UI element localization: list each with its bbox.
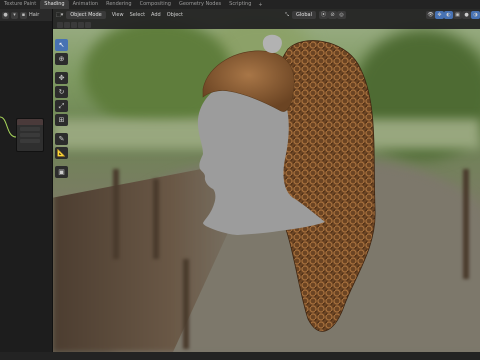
menu-object[interactable]: Object <box>164 12 186 18</box>
pivot-icon[interactable]: ⦿ <box>319 10 328 19</box>
visibility-icon[interactable]: 👁 <box>426 10 435 19</box>
browse-material-icon[interactable]: ▪ <box>20 11 27 19</box>
move-tool-icon[interactable]: ✥ <box>55 72 68 84</box>
viewport-scene <box>53 9 480 352</box>
status-bar <box>0 352 480 360</box>
menu-view[interactable]: View <box>109 12 127 18</box>
chevron-down-icon[interactable]: ▾ <box>11 11 18 19</box>
tab-geometry-nodes[interactable]: Geometry Nodes <box>175 0 225 9</box>
select-tool-icon[interactable]: ↖ <box>55 39 68 51</box>
mode-dropdown[interactable]: Object Mode <box>66 10 106 19</box>
menu-select[interactable]: Select <box>127 12 148 18</box>
annotate-tool-icon[interactable]: ✎ <box>55 133 68 145</box>
tab-compositing[interactable]: Compositing <box>136 0 175 9</box>
node-socket-row <box>20 139 40 143</box>
hair-model[interactable] <box>53 9 480 352</box>
select-mode-icon[interactable] <box>78 21 84 28</box>
xray-icon[interactable]: ▣ <box>453 10 462 19</box>
tab-texture-paint[interactable]: Texture Paint <box>0 0 40 9</box>
editor-type-icon[interactable]: ⬚▾ <box>53 12 66 18</box>
add-cube-tool-icon[interactable]: ▣ <box>55 166 68 178</box>
transform-tool-icon[interactable]: ⊞ <box>55 114 68 126</box>
select-mode-icon[interactable] <box>71 21 77 28</box>
select-mode-icon[interactable] <box>64 21 70 28</box>
select-mode-icon[interactable] <box>85 21 91 28</box>
tab-shading[interactable]: Shading <box>40 0 69 9</box>
3d-viewport[interactable]: ⬚▾ Object Mode View Select Add Object ⤡ … <box>53 9 480 352</box>
orientation-dropdown[interactable]: Global <box>292 10 316 19</box>
workspace-tabs: Texture Paint Shading Animation Renderin… <box>0 0 266 9</box>
gizmo-toggle-icon[interactable]: ✥ <box>435 10 444 19</box>
hair-tie <box>262 34 282 53</box>
overlay-toggle-icon[interactable]: ◐ <box>444 10 453 19</box>
select-mode-icon[interactable] <box>57 21 63 28</box>
topbar: Texture Paint Shading Animation Renderin… <box>0 0 480 9</box>
scale-tool-icon[interactable]: ⤢ <box>55 100 68 112</box>
snap-icon[interactable]: ⊘ <box>328 10 337 19</box>
node-editor-panel[interactable]: ● ▾ ▪ Hair <box>0 9 53 352</box>
node-editor-header: ● ▾ ▪ Hair <box>0 9 52 21</box>
tab-animation[interactable]: Animation <box>69 0 103 9</box>
node-socket-row <box>20 127 40 131</box>
cursor-tool-icon[interactable]: ⊕ <box>55 53 68 65</box>
tab-scripting[interactable]: Scripting <box>225 0 255 9</box>
tab-rendering[interactable]: Rendering <box>102 0 136 9</box>
measure-tool-icon[interactable]: 📐 <box>55 147 68 159</box>
add-workspace-button[interactable]: + <box>255 2 265 8</box>
shading-solid-icon[interactable]: ● <box>462 10 471 19</box>
rotate-tool-icon[interactable]: ↻ <box>55 86 68 98</box>
proportional-edit-icon[interactable]: ◎ <box>337 10 346 19</box>
viewport-header: ⬚▾ Object Mode View Select Add Object ⤡ … <box>53 9 480 29</box>
node-socket-row <box>20 133 40 137</box>
tool-shelf: ↖ ⊕ ✥ ↻ ⤢ ⊞ ✎ 📐 ▣ <box>55 39 68 178</box>
node-header <box>17 119 43 125</box>
material-sphere-icon[interactable]: ● <box>2 11 9 19</box>
material-name[interactable]: Hair <box>29 12 39 18</box>
shading-material-icon[interactable]: ◑ <box>471 10 480 19</box>
menu-add[interactable]: Add <box>148 12 164 18</box>
transform-orientation-icon[interactable]: ⤡ <box>282 12 292 18</box>
shader-node[interactable] <box>16 118 44 152</box>
